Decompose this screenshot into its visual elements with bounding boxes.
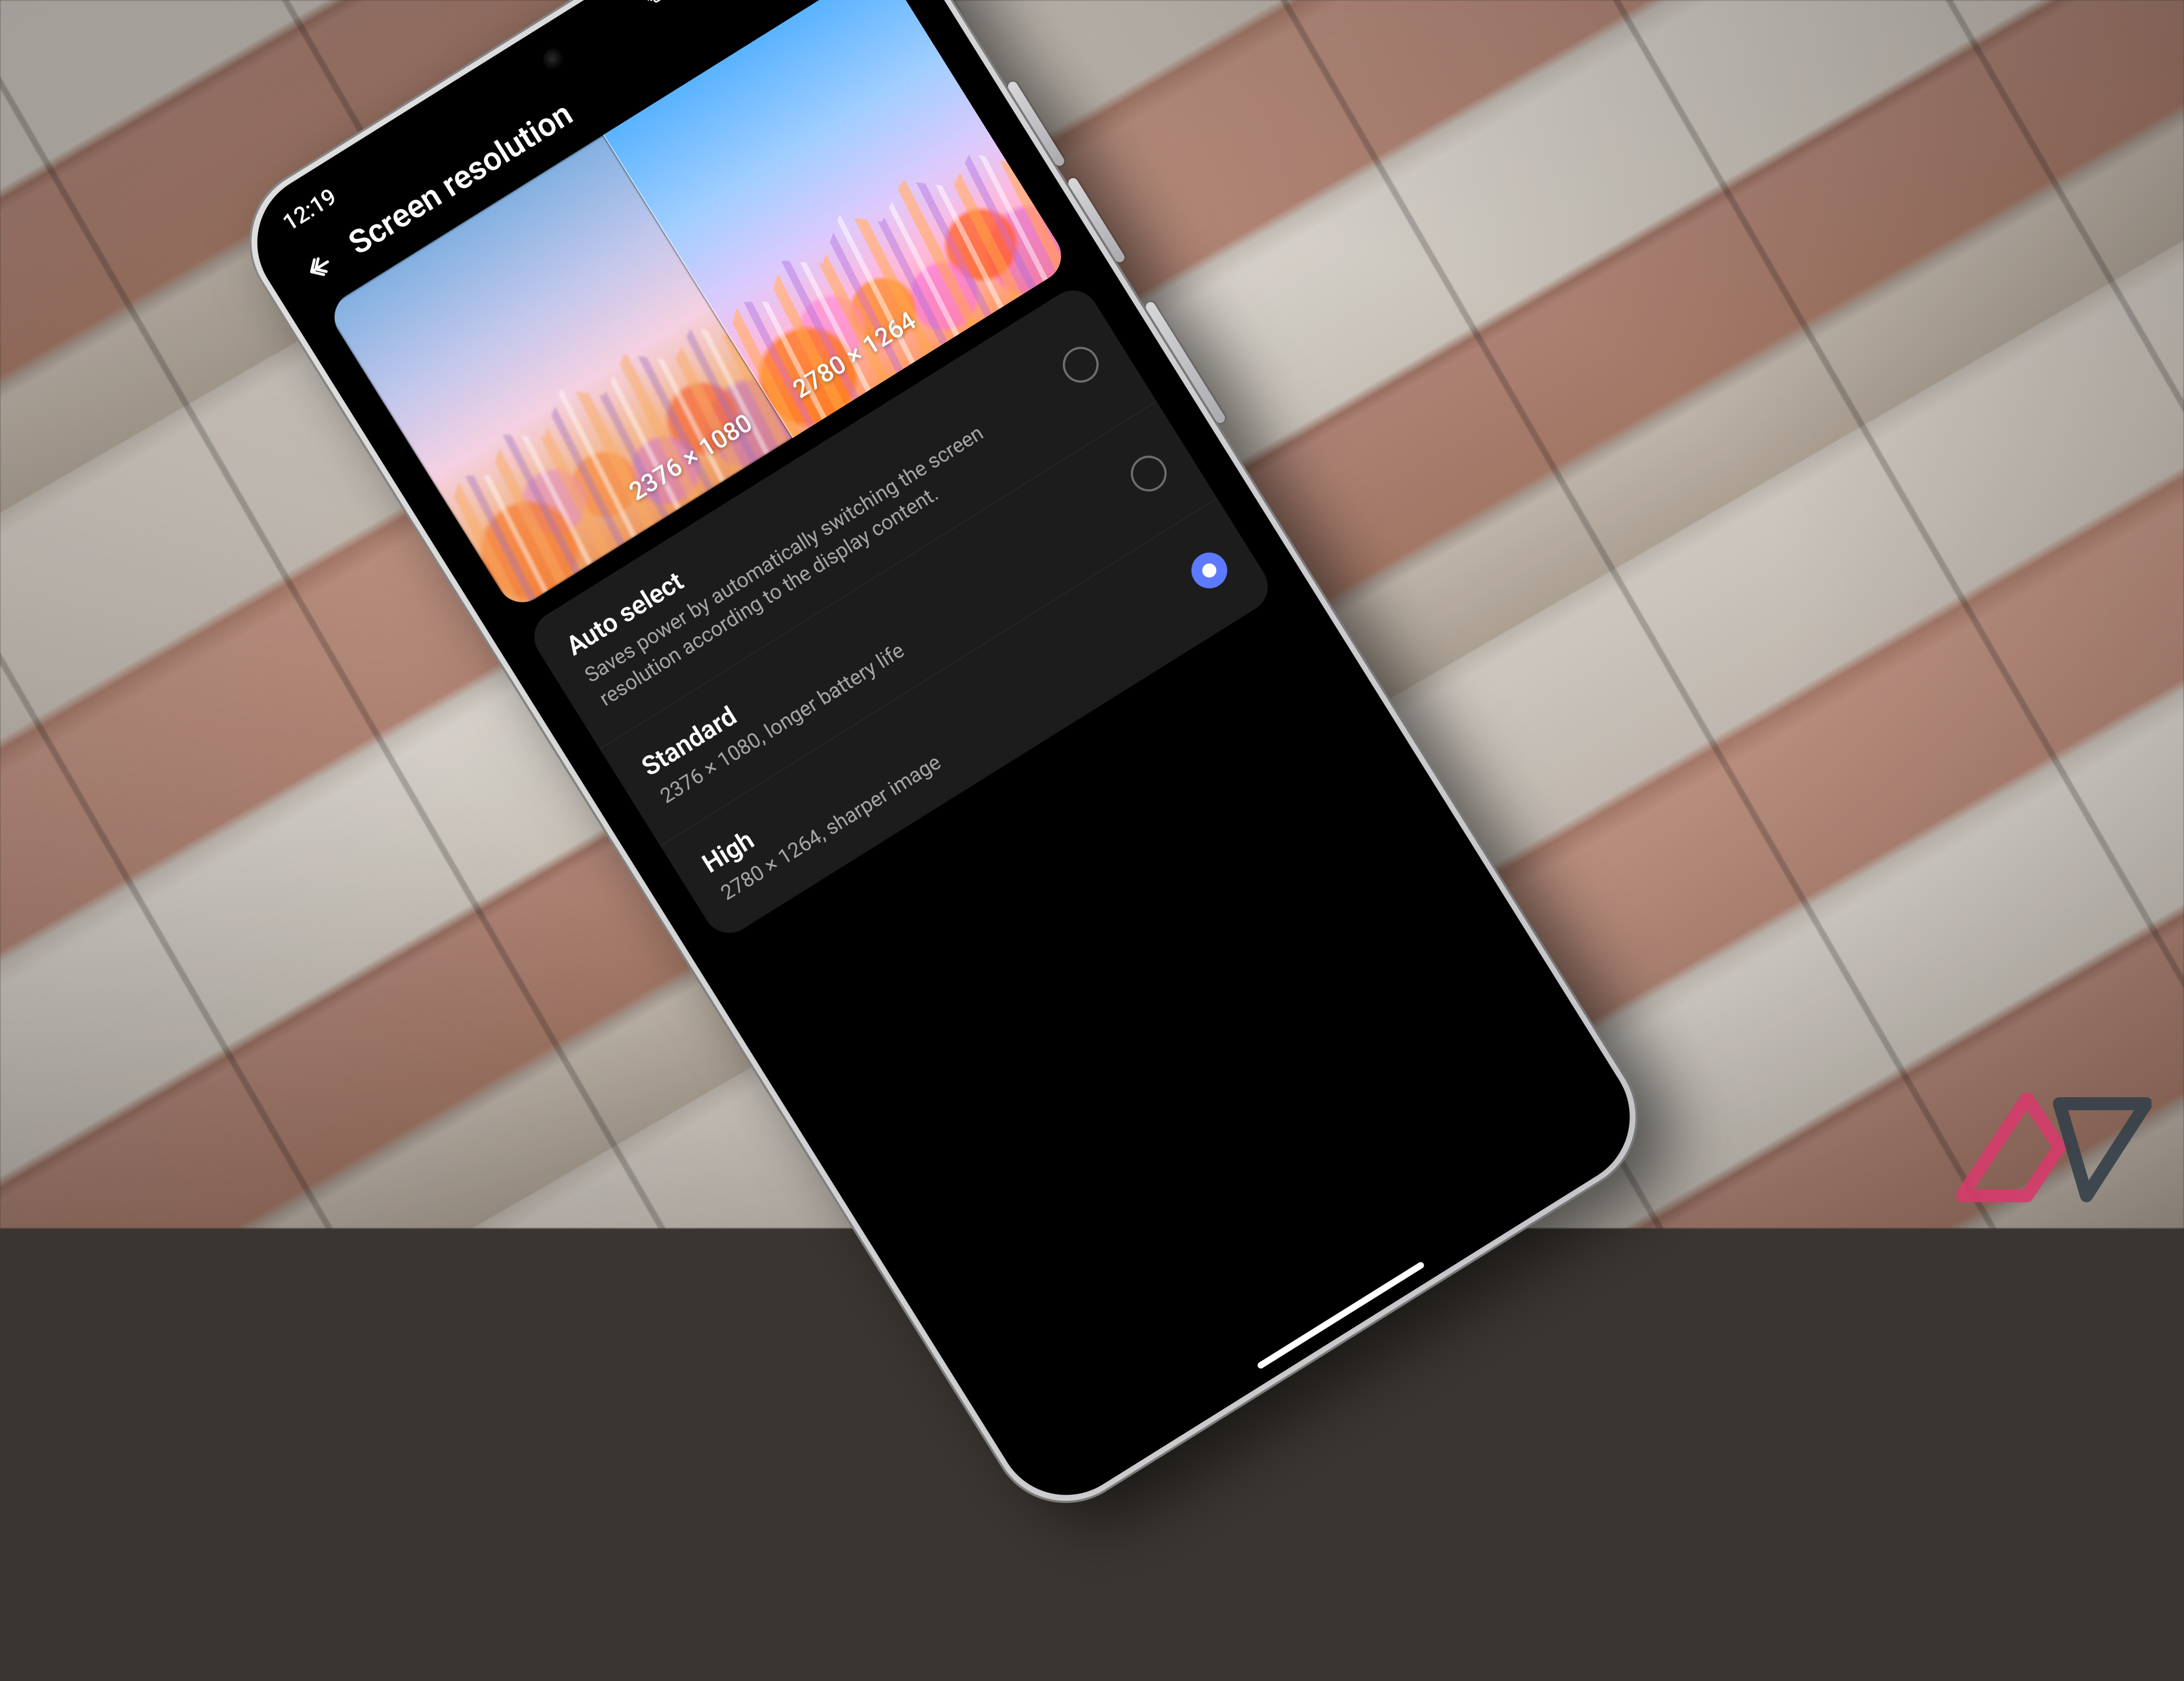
vibrate-icon xyxy=(641,0,670,8)
radio-auto-select[interactable] xyxy=(1056,340,1106,389)
radio-high[interactable] xyxy=(1185,546,1234,595)
radio-standard[interactable] xyxy=(1124,449,1173,498)
watermark-logo xyxy=(1956,1093,2152,1212)
home-indicator[interactable] xyxy=(1256,1261,1425,1370)
back-button[interactable] xyxy=(295,243,343,291)
